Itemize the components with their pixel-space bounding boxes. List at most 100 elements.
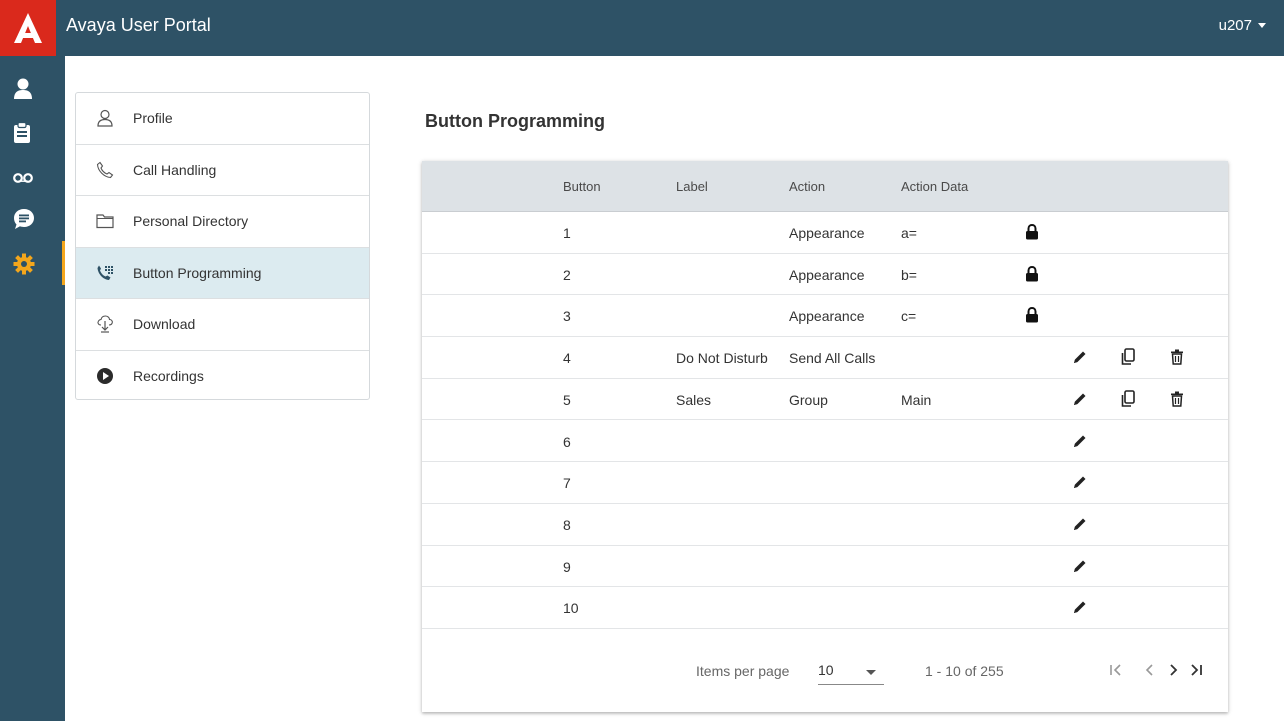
folder-outline-icon (96, 212, 114, 230)
first-page-button[interactable] (1106, 660, 1126, 680)
edit-pencil-icon[interactable] (1071, 473, 1089, 491)
cell-button-number: 9 (563, 558, 571, 575)
menu-item-download[interactable]: Download (76, 299, 369, 351)
edit-pencil-icon[interactable] (1071, 348, 1089, 366)
page-title: Button Programming (425, 111, 605, 131)
person-outline-icon (96, 109, 114, 127)
menu-item-label: Button Programming (133, 264, 262, 281)
rail-item-settings[interactable] (0, 239, 65, 289)
rail-item-profile[interactable] (0, 64, 65, 114)
table-row: 1 Appearance a= (422, 212, 1228, 254)
rail-item-clipboard[interactable] (0, 108, 65, 158)
table-row: 5 Sales Group Main (422, 379, 1228, 421)
first-page-icon (1110, 664, 1121, 676)
last-page-icon (1191, 664, 1202, 676)
delete-trash-icon[interactable] (1168, 390, 1186, 408)
menu-item-label: Call Handling (133, 161, 217, 178)
last-page-button[interactable] (1186, 660, 1206, 680)
column-header-action[interactable]: Action (789, 179, 825, 194)
cell-action: Send All Calls (789, 350, 876, 367)
cell-action: Appearance (789, 266, 865, 283)
clipboard-icon (14, 122, 30, 143)
menu-item-label: Personal Directory (133, 213, 249, 230)
cell-label: Do Not Disturb (676, 350, 768, 367)
app-title: Avaya User Portal (66, 15, 211, 35)
column-header-button[interactable]: Button (563, 179, 601, 194)
play-circle-icon (96, 367, 114, 385)
column-header-label[interactable]: Label (676, 179, 708, 194)
previous-page-button[interactable] (1140, 660, 1160, 680)
menu-item-label: Download (133, 316, 196, 333)
user-menu[interactable]: u207 (1219, 17, 1266, 34)
edit-pencil-icon[interactable] (1071, 557, 1089, 575)
menu-item-call-handling[interactable]: Call Handling (76, 145, 369, 196)
page-range-label: 1 - 10 of 255 (925, 663, 1004, 679)
phone-keypad-icon (96, 264, 114, 282)
cell-button-number: 10 (563, 600, 579, 617)
copy-icon[interactable] (1119, 389, 1137, 408)
cell-action: Appearance (789, 225, 865, 241)
lock-icon (1023, 306, 1041, 324)
menu-item-button-programming[interactable]: Button Programming (76, 247, 369, 299)
cell-action-data: a= (901, 225, 917, 241)
menu-item-label: Profile (133, 110, 173, 127)
lock-icon (1023, 265, 1041, 283)
chat-icon (14, 209, 34, 229)
chevron-right-icon (1170, 664, 1178, 676)
delete-trash-icon[interactable] (1168, 348, 1186, 366)
cell-button-number: 4 (563, 350, 571, 367)
avaya-logo-icon (14, 13, 42, 43)
menu-item-personal-directory[interactable]: Personal Directory (76, 196, 369, 248)
menu-item-label: Recordings (133, 368, 204, 385)
cell-action: Appearance (789, 308, 865, 325)
username: u207 (1218, 17, 1252, 34)
gear-icon (13, 253, 35, 275)
chevron-left-icon (1145, 664, 1153, 676)
rail-item-chat[interactable] (0, 194, 65, 244)
chevron-down-icon (866, 670, 876, 675)
settings-menu: Profile Call Handling Personal Directory… (75, 92, 370, 400)
cell-action-data: b= (901, 266, 917, 283)
cell-label: Sales (676, 391, 712, 408)
edit-pencil-icon[interactable] (1071, 515, 1089, 533)
user-icon (14, 78, 32, 99)
table-row: 4 Do Not Disturb Send All Calls (422, 337, 1228, 379)
left-nav-rail (0, 56, 65, 721)
table-header: Button Label Action Action Data (422, 161, 1228, 212)
table-row: 6 (422, 421, 1228, 463)
avaya-logo[interactable] (0, 0, 56, 56)
table-row: 10 (422, 587, 1228, 629)
items-per-page-value: 10 (818, 662, 834, 678)
cell-button-number: 8 (563, 516, 571, 533)
edit-pencil-icon[interactable] (1071, 598, 1089, 616)
copy-icon[interactable] (1119, 348, 1137, 366)
top-bar: Avaya User Portal u207 (0, 0, 1284, 56)
items-per-page-select[interactable]: 10 (818, 659, 884, 685)
lock-icon (1023, 223, 1041, 241)
cell-button-number: 3 (563, 308, 571, 325)
edit-pencil-icon[interactable] (1071, 390, 1089, 408)
table-row: 8 (422, 504, 1228, 546)
cell-action-data: Main (901, 391, 932, 408)
next-page-button[interactable] (1163, 660, 1183, 680)
items-per-page-label: Items per page (696, 663, 790, 679)
column-header-action-data[interactable]: Action Data (901, 179, 968, 194)
caret-down-icon (1258, 23, 1266, 28)
cell-button-number: 7 (563, 475, 571, 492)
menu-item-recordings[interactable]: Recordings (76, 351, 369, 403)
table-row: 2 Appearance b= (422, 254, 1228, 296)
voicemail-icon (13, 173, 33, 183)
cell-action: Group (789, 391, 828, 408)
cell-button-number: 1 (563, 225, 571, 241)
phone-outline-icon (96, 161, 114, 179)
cell-button-number: 5 (563, 391, 571, 408)
paginator: Items per page 10 1 - 10 of 255 (422, 629, 1228, 712)
table-row: 9 (422, 546, 1228, 588)
cell-action-data: c= (901, 308, 917, 325)
table-row: 7 (422, 462, 1228, 504)
download-icon (96, 315, 114, 333)
button-table: Button Label Action Action Data 1 Appeara… (422, 161, 1228, 712)
cell-button-number: 2 (563, 266, 571, 283)
menu-item-profile[interactable]: Profile (76, 93, 369, 145)
edit-pencil-icon[interactable] (1071, 432, 1089, 450)
